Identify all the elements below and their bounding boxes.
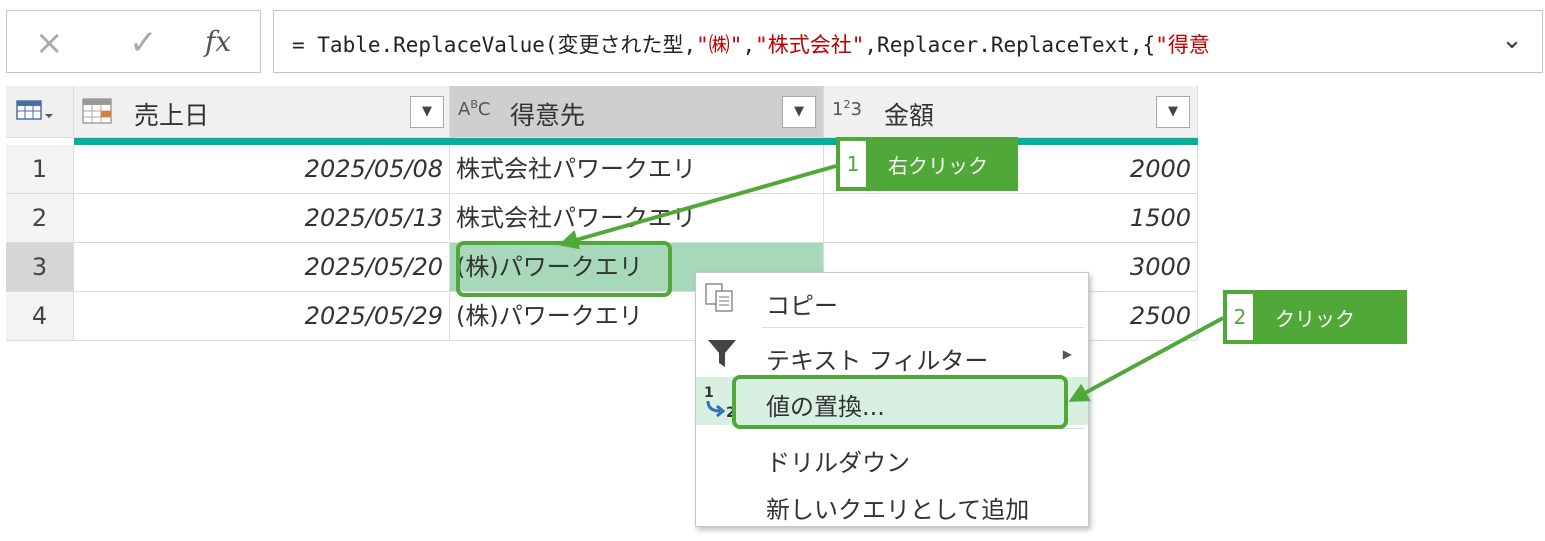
arrow-to-menu-item bbox=[1068, 316, 1224, 402]
arrow-to-cell bbox=[558, 164, 837, 250]
annotation-arrows bbox=[558, 164, 1224, 402]
